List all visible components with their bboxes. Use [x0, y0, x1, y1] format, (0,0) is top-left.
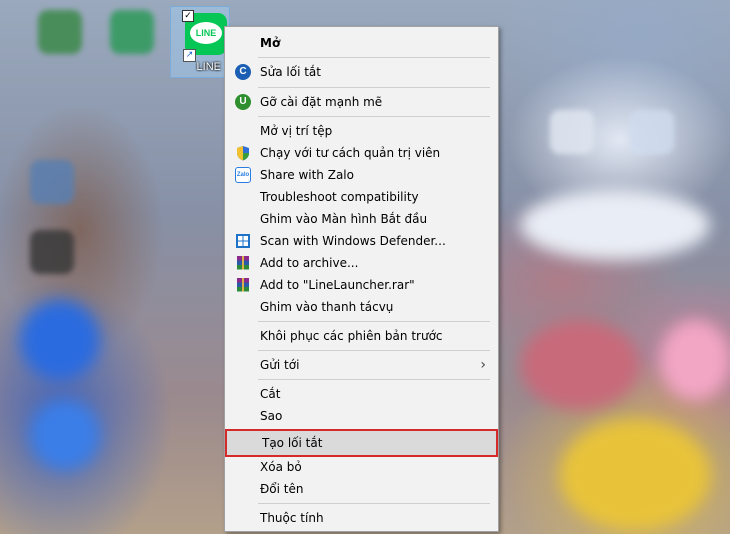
menu-item-properties[interactable]: Thuộc tính: [227, 507, 496, 529]
winrar-icon: [235, 255, 251, 271]
menu-item-label: Share with Zalo: [260, 168, 354, 182]
menu-separator: [258, 503, 490, 504]
menu-separator: [258, 350, 490, 351]
menu-item-label: Ghim vào Màn hình Bắt đầu: [260, 212, 428, 226]
menu-item-label: Xóa bỏ: [260, 460, 302, 474]
menu-item-cut[interactable]: Cắt: [227, 383, 496, 405]
menu-item-add-to-archive[interactable]: Add to archive...: [227, 252, 496, 274]
menu-item-label: Troubleshoot compatibility: [260, 190, 419, 204]
chevron-right-icon: ›: [480, 357, 486, 373]
menu-item-edit-shortcut[interactable]: C Sửa lối tắt: [227, 61, 496, 83]
menu-item-uninstall[interactable]: U Gỡ cài đặt mạnh mẽ: [227, 91, 496, 113]
menu-item-label: Gửi tới: [260, 358, 300, 372]
menu-item-pin-taskbar[interactable]: Ghim vào thanh tácvụ: [227, 296, 496, 318]
menu-separator: [258, 379, 490, 380]
menu-item-share-zalo[interactable]: Zalo Share with Zalo: [227, 164, 496, 186]
menu-item-delete[interactable]: Xóa bỏ: [227, 456, 496, 478]
menu-item-label: Gỡ cài đặt mạnh mẽ: [260, 95, 383, 109]
menu-item-label: Mở vị trí tệp: [260, 124, 333, 138]
checkbox-icon[interactable]: ✓: [182, 10, 194, 22]
menu-item-label: Cắt: [260, 387, 281, 401]
menu-item-send-to[interactable]: Gửi tới ›: [227, 354, 496, 376]
shortcut-label: LINE: [196, 61, 221, 73]
menu-item-label: Scan with Windows Defender...: [260, 234, 446, 248]
desktop-icon-blurred: [630, 110, 674, 154]
wallpaper-blob: [20, 300, 100, 380]
menu-item-label: Đổi tên: [260, 482, 304, 496]
ccleaner-icon: C: [235, 64, 251, 80]
menu-item-add-to-rar[interactable]: Add to "LineLauncher.rar": [227, 274, 496, 296]
desktop-icon-blurred: [30, 160, 74, 204]
menu-item-label: Ghim vào thanh tácvụ: [260, 300, 394, 314]
wallpaper-blob: [520, 320, 640, 410]
menu-item-label: Thuộc tính: [260, 511, 324, 525]
menu-item-label: Khôi phục các phiên bản trước: [260, 329, 443, 343]
menu-separator: [258, 87, 490, 88]
menu-item-copy[interactable]: Sao: [227, 405, 496, 427]
menu-item-create-shortcut[interactable]: Tạo lối tắt: [225, 429, 498, 457]
wallpaper-blob: [560, 420, 710, 530]
menu-item-label: Mở: [260, 36, 281, 50]
menu-item-restore-versions[interactable]: Khôi phục các phiên bản trước: [227, 325, 496, 347]
menu-item-scan-defender[interactable]: Scan with Windows Defender...: [227, 230, 496, 252]
menu-separator: [258, 321, 490, 322]
winrar-icon: [235, 277, 251, 293]
desktop-icon-blurred: [550, 110, 594, 154]
wallpaper-blob: [660, 320, 730, 400]
menu-item-open-file-location[interactable]: Mở vị trí tệp: [227, 120, 496, 142]
line-desktop-shortcut[interactable]: LINE ✓ ↗ LINE: [170, 6, 230, 78]
desktop-icon-blurred: [38, 10, 82, 54]
desktop-icon-blurred: [110, 10, 154, 54]
menu-separator: [258, 116, 490, 117]
menu-item-run-as-admin[interactable]: Chạy với tư cách quản trị viên: [227, 142, 496, 164]
menu-item-pin-start[interactable]: Ghim vào Màn hình Bắt đầu: [227, 208, 496, 230]
menu-item-label: Add to archive...: [260, 256, 359, 270]
context-menu: Mở C Sửa lối tắt U Gỡ cài đặt mạnh mẽ Mở…: [224, 26, 499, 532]
menu-item-label: Sửa lối tắt: [260, 65, 321, 79]
menu-separator: [258, 57, 490, 58]
menu-item-label: Add to "LineLauncher.rar": [260, 278, 415, 292]
menu-item-label: Tạo lối tắt: [262, 436, 323, 450]
menu-item-label: Chạy với tư cách quản trị viên: [260, 146, 441, 160]
wallpaper-blob: [520, 190, 710, 260]
menu-item-label: Sao: [260, 409, 283, 423]
desktop-icon-blurred: [30, 230, 74, 274]
line-logo-text: LINE: [190, 22, 222, 44]
uac-shield-icon: [235, 145, 251, 161]
wallpaper-blob: [30, 400, 100, 470]
iobit-uninstaller-icon: U: [235, 94, 251, 110]
menu-item-troubleshoot[interactable]: Troubleshoot compatibility: [227, 186, 496, 208]
menu-item-rename[interactable]: Đổi tên: [227, 478, 496, 500]
windows-defender-icon: [235, 233, 251, 249]
menu-item-open[interactable]: Mở: [227, 32, 496, 54]
zalo-icon: Zalo: [235, 167, 251, 183]
